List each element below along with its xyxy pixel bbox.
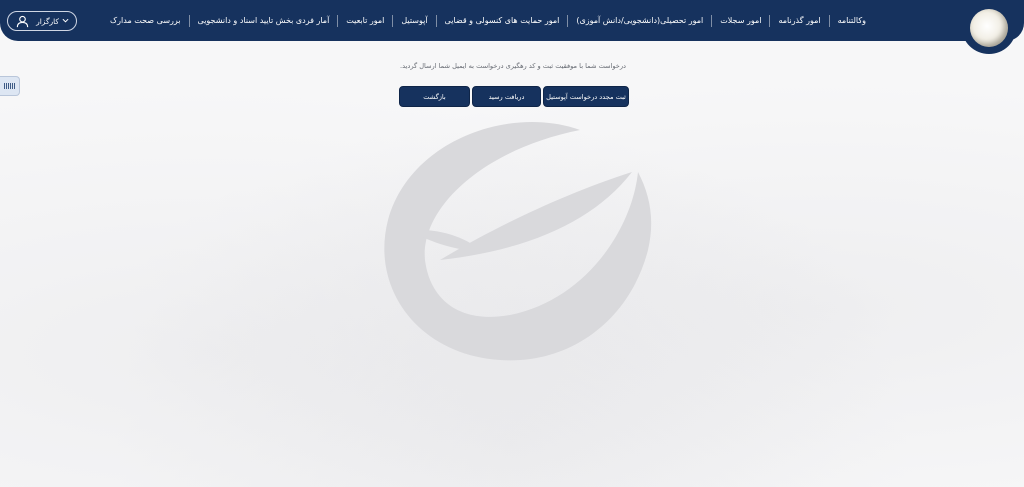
nav-document-verification[interactable]: بررسی صحت مدارک — [102, 16, 189, 25]
chevron-down-icon — [62, 17, 69, 25]
main-nav: وکالتنامه امور گذرنامه امور سجلات امور ت… — [102, 0, 874, 41]
watermark-logo-icon — [384, 122, 652, 361]
nav-statistics[interactable]: آمار فردی بخش تایید اسناد و دانشجویی — [190, 16, 338, 25]
emblem-image — [970, 9, 1008, 47]
nav-passport[interactable]: امور گذرنامه — [770, 16, 828, 25]
top-navbar: کارگزار وکالتنامه امور گذرنامه امور سجلا… — [0, 0, 1024, 54]
side-panel-toggle[interactable] — [0, 76, 20, 96]
action-buttons: بازگشت دریافت رسید ثبت مجدد درخواست آپوس… — [399, 86, 629, 107]
nav-apostille[interactable]: آپوستیل — [393, 16, 435, 25]
back-button[interactable]: بازگشت — [399, 86, 470, 107]
emblem-logo[interactable] — [962, 2, 1016, 54]
barcode-icon — [3, 83, 16, 89]
new-apostille-request-button[interactable]: ثبت مجدد درخواست آپوستیل — [543, 86, 629, 107]
nav-power-of-attorney[interactable]: وکالتنامه — [830, 16, 874, 25]
nav-civil-records[interactable]: امور سجلات — [712, 16, 769, 25]
success-message: درخواست شما با موفقیت ثبت و کد رهگیری در… — [400, 62, 626, 70]
nav-citizenship[interactable]: امور تابعیت — [338, 16, 392, 25]
user-menu-button[interactable]: کارگزار — [7, 11, 77, 31]
nav-education[interactable]: امور تحصیلی(دانشجویی/دانش آموزی) — [568, 16, 711, 25]
get-receipt-button[interactable]: دریافت رسید — [472, 86, 541, 107]
user-icon — [16, 15, 29, 28]
nav-consular-support[interactable]: امور حمایت های کنسولی و قضایی — [437, 16, 568, 25]
user-label: کارگزار — [36, 16, 59, 26]
